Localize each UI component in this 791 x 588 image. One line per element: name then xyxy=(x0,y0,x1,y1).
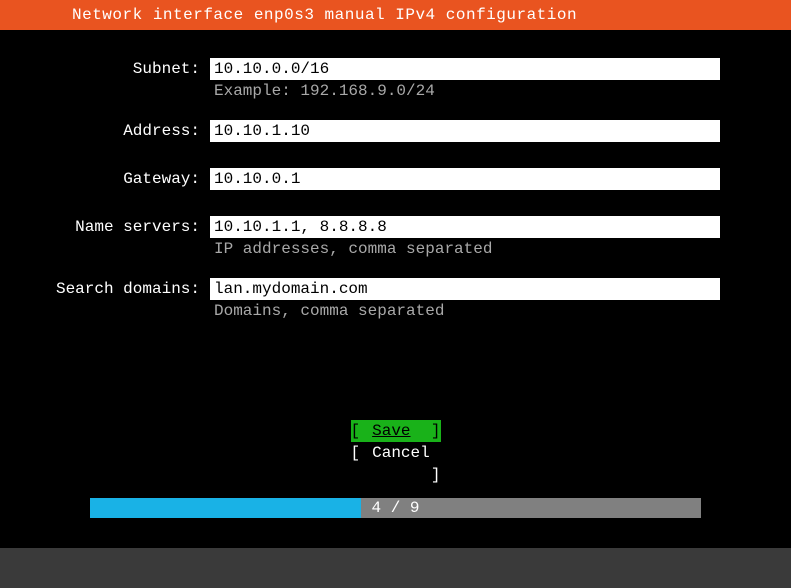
row-name-servers: Name servers: IP addresses, comma separa… xyxy=(40,216,751,260)
footer-bar xyxy=(0,548,791,588)
progress-bar: 4 / 9 xyxy=(90,498,701,518)
label-subnet: Subnet: xyxy=(40,58,210,80)
row-gateway: Gateway: xyxy=(40,168,751,190)
save-button[interactable]: [ Save] xyxy=(351,420,441,442)
cancel-button-label: Cancel xyxy=(372,444,430,462)
name-servers-input[interactable] xyxy=(210,216,720,238)
gateway-input[interactable] xyxy=(210,168,720,190)
save-button-label: Save xyxy=(372,422,410,440)
page-title: Network interface enp0s3 manual IPv4 con… xyxy=(0,0,791,30)
subnet-input[interactable] xyxy=(210,58,720,80)
row-subnet: Subnet: Example: 192.168.9.0/24 xyxy=(40,58,751,102)
progress-bar-fill xyxy=(90,498,361,518)
progress-text: 4 / 9 xyxy=(371,499,419,517)
label-name-servers: Name servers: xyxy=(40,216,210,238)
hint-name-servers: IP addresses, comma separated xyxy=(210,238,720,260)
ipv4-config-form: Subnet: Example: 192.168.9.0/24 Address:… xyxy=(0,30,791,548)
hint-subnet: Example: 192.168.9.0/24 xyxy=(210,80,720,102)
label-address: Address: xyxy=(40,120,210,142)
search-domains-input[interactable] xyxy=(210,278,720,300)
row-search-domains: Search domains: Domains, comma separated xyxy=(40,278,751,322)
address-input[interactable] xyxy=(210,120,720,142)
page-title-text: Network interface enp0s3 manual IPv4 con… xyxy=(72,6,577,24)
cancel-button[interactable]: [ Cancel] xyxy=(351,442,441,486)
button-group: [ Save] [ Cancel] xyxy=(351,420,441,486)
row-address: Address: xyxy=(40,120,751,142)
label-gateway: Gateway: xyxy=(40,168,210,190)
hint-search-domains: Domains, comma separated xyxy=(210,300,720,322)
label-search-domains: Search domains: xyxy=(40,278,210,300)
